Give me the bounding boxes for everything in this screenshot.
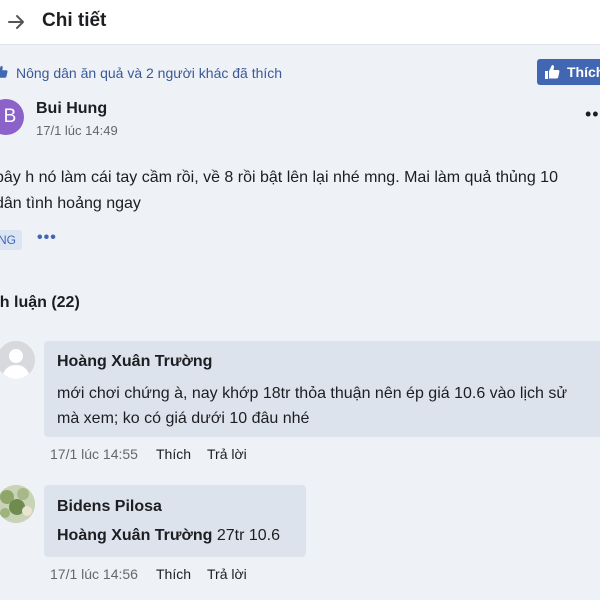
comment-reply-button[interactable]: Trả lời — [207, 446, 247, 462]
avatar[interactable] — [0, 341, 35, 379]
comment-bubble — [44, 485, 306, 557]
comment-text: mới chơi chứng à, nay khớp 18tr thỏa thu… — [57, 385, 568, 427]
like-button-label: Thích — [567, 64, 600, 80]
post-body: bây h nó làm cái tay cầm rồi, về 8 rồi b… — [0, 165, 600, 217]
page-title: Chi tiết — [42, 10, 107, 31]
comment-text-value: 27tr 10.6 — [216, 527, 281, 544]
comment-text: Hoàng Xuân Trường 27tr 10.6 — [57, 527, 280, 545]
comment-mention[interactable]: Hoàng Xuân Trường — [57, 527, 212, 544]
post-tag[interactable]: NG — [0, 230, 22, 250]
comment-like-button[interactable]: Thích — [156, 446, 191, 462]
comment-timestamp[interactable]: 17/1 lúc 14:56 — [50, 566, 138, 582]
comments-heading: nh luận (22) — [0, 294, 80, 311]
post-body-line: bây h nó làm cái tay cầm rồi, về 8 rồi b… — [0, 169, 558, 186]
post-timestamp[interactable]: 17/1 lúc 14:49 — [36, 123, 118, 138]
arrow-right-icon[interactable] — [8, 12, 26, 32]
like-button[interactable]: Thích — [537, 59, 600, 85]
comment-timestamp[interactable]: 17/1 lúc 14:55 — [50, 446, 138, 462]
header-bar: Chi tiết — [0, 0, 600, 45]
post-author-avatar[interactable]: B — [0, 99, 24, 135]
profile-photo-icon — [0, 485, 35, 523]
comment-author[interactable]: Bidens Pilosa — [57, 498, 162, 516]
likes-summary-text[interactable]: Nông dân ăn quả và 2 người khác đã thích — [16, 65, 282, 81]
post-author-name[interactable]: Bui Hung — [36, 100, 107, 118]
default-user-icon — [0, 341, 35, 379]
comment-author[interactable]: Hoàng Xuân Trường — [57, 353, 212, 371]
comment-reply-button[interactable]: Trả lời — [207, 566, 247, 582]
more-tags-icon[interactable]: ••• — [37, 229, 57, 247]
likes-summary-bar: Nông dân ăn quả và 2 người khác đã thích — [0, 58, 600, 88]
thumbs-up-icon — [0, 65, 8, 78]
comment-like-button[interactable]: Thích — [156, 566, 191, 582]
post-body-line: dân tình hoảng ngay — [0, 195, 141, 212]
more-options-icon[interactable]: ••• — [585, 104, 600, 125]
thumbs-up-icon — [545, 65, 560, 79]
avatar[interactable] — [0, 485, 35, 523]
